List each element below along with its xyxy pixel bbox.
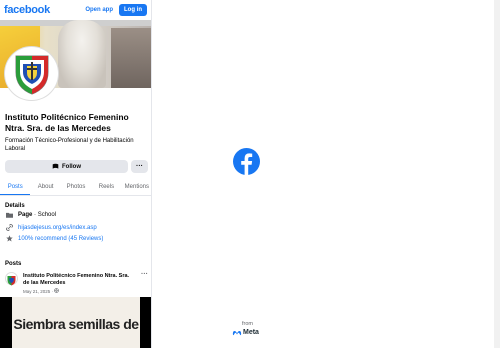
post-date: May 21, 2025 ·	[23, 288, 60, 294]
details-page-row: Page · School	[5, 212, 56, 218]
post-more-button[interactable]: ···	[141, 271, 148, 278]
meta-brand: Meta	[232, 329, 259, 336]
top-bar: facebook Open app Log in	[0, 0, 151, 20]
meta-logo-icon	[232, 330, 242, 335]
profile-picture[interactable]	[5, 47, 58, 100]
mobile-page-panel: facebook Open app Log in Instituto Polit…	[0, 0, 152, 348]
more-options-button[interactable]: ···	[131, 160, 148, 173]
page-scrollbar[interactable]	[494, 0, 500, 348]
globe-icon	[54, 288, 60, 293]
website-link[interactable]: hijasdejesus.org/es/index.asp	[18, 225, 97, 231]
login-button[interactable]: Log in	[119, 4, 147, 16]
tab-about[interactable]: About	[30, 179, 60, 195]
cover-dark-area	[111, 28, 151, 88]
facebook-logo-icon	[233, 148, 260, 175]
follow-label: Follow	[62, 163, 81, 170]
link-icon	[5, 224, 13, 231]
post-image[interactable]: Siembra semillas de	[0, 297, 151, 348]
page-icon	[5, 212, 13, 218]
follow-button[interactable]: Follow	[5, 160, 128, 173]
star-icon	[5, 235, 13, 242]
open-app-link[interactable]: Open app	[85, 7, 113, 13]
cover-statue	[58, 20, 106, 88]
recommend-link[interactable]: 100% recommend (45 Reviews)	[18, 236, 103, 242]
details-recommend-row: 100% recommend (45 Reviews)	[5, 235, 103, 242]
school-crest-icon	[7, 276, 16, 286]
post-image-text: Siembra semillas de	[13, 316, 139, 332]
tab-mentions[interactable]: Mentions	[122, 179, 151, 195]
follow-icon	[52, 163, 59, 169]
post-image-content: Siembra semillas de	[12, 297, 140, 348]
details-heading: Details	[5, 203, 25, 209]
facebook-wordmark[interactable]: facebook	[4, 4, 50, 16]
page-title: Instituto Politécnico Femenino Ntra. Sra…	[5, 112, 129, 133]
tab-posts[interactable]: Posts	[0, 179, 31, 195]
details-website-row: hijasdejesus.org/es/index.asp	[5, 224, 97, 231]
from-label: from	[242, 321, 253, 327]
tab-photos[interactable]: Photos	[61, 179, 91, 195]
page-description: Formación Técnico-Profesional y de Habil…	[5, 138, 134, 152]
post-author[interactable]: Instituto Politécnico Femenino Ntra. Sra…	[23, 273, 135, 287]
page-label: Page · School	[18, 212, 57, 218]
posts-heading: Posts	[5, 261, 22, 267]
post-card: Instituto Politécnico Femenino Ntra. Sra…	[0, 270, 151, 348]
tab-reels[interactable]: Reels	[91, 179, 121, 195]
post-avatar[interactable]	[5, 272, 18, 286]
school-crest-icon	[15, 55, 48, 95]
page-tabs: Posts About Photos Reels Mentions	[0, 179, 151, 196]
topbar-actions: Open app Log in	[85, 4, 147, 16]
